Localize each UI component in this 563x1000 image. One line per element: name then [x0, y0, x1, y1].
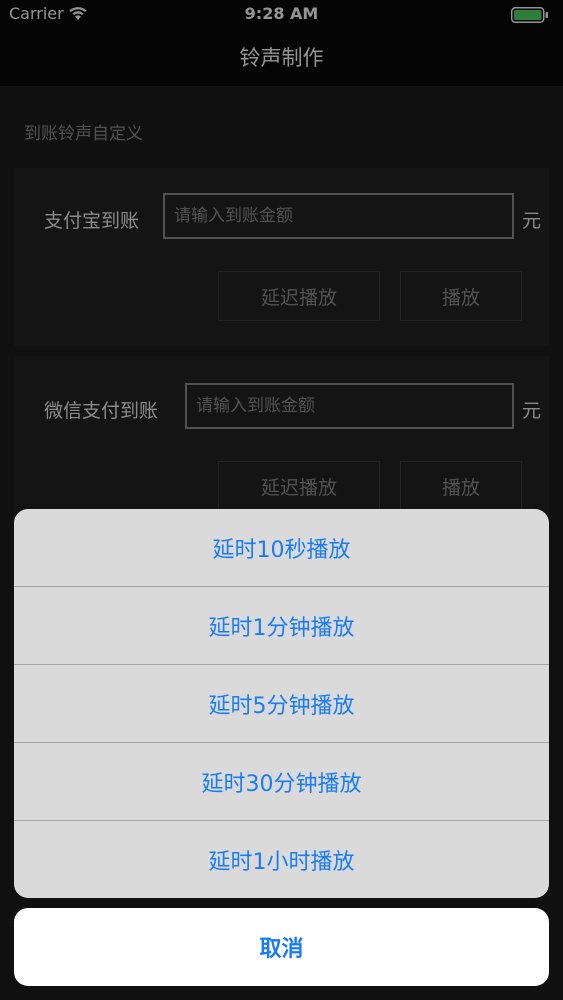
- delay-1hour-option[interactable]: 延时1小时播放: [14, 821, 549, 898]
- delay-5min-option[interactable]: 延时5分钟播放: [14, 665, 549, 743]
- delay-10s-option[interactable]: 延时10秒播放: [14, 509, 549, 587]
- cancel-button[interactable]: 取消: [14, 908, 549, 986]
- delay-30min-option[interactable]: 延时30分钟播放: [14, 743, 549, 821]
- delay-1min-option[interactable]: 延时1分钟播放: [14, 587, 549, 665]
- delay-action-sheet: 延时10秒播放 延时1分钟播放 延时5分钟播放 延时30分钟播放 延时1小时播放: [14, 509, 549, 898]
